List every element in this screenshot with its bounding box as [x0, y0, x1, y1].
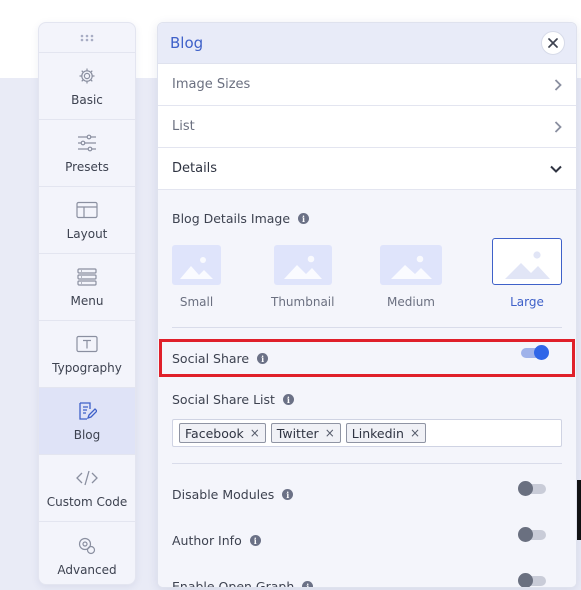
section-image-sizes[interactable]: Image Sizes — [158, 64, 576, 106]
sidebar-item-label: Typography — [52, 361, 122, 375]
info-icon[interactable]: i — [257, 353, 269, 364]
section-list[interactable]: List — [158, 106, 576, 148]
close-button[interactable] — [541, 31, 565, 55]
typography-icon — [76, 333, 98, 355]
section-label: Details — [172, 161, 218, 176]
sidebar-item-typography[interactable]: Typography — [39, 321, 135, 388]
section-label: Image Sizes — [172, 77, 251, 92]
tag-remove-button[interactable]: × — [250, 426, 260, 440]
info-icon[interactable]: i — [249, 535, 261, 546]
disable-modules-toggle[interactable] — [518, 481, 546, 496]
sidebar-item-label: Blog — [73, 428, 101, 442]
tag-label: Facebook — [185, 425, 244, 441]
chevron-right-icon — [554, 78, 562, 91]
tag-facebook: Facebook × — [179, 423, 266, 443]
sidebar-item-advanced[interactable]: Advanced — [39, 522, 135, 584]
info-icon[interactable]: i — [302, 581, 314, 587]
author-info-label: Author Info i — [172, 533, 261, 548]
sidebar-item-label: Basic — [71, 93, 103, 107]
image-option-label: Thumbnail — [271, 295, 335, 309]
field-label-text: Social Share — [172, 351, 250, 366]
section-details[interactable]: Details — [158, 148, 576, 190]
image-option-label: Medium — [387, 295, 435, 309]
tag-remove-button[interactable]: × — [325, 426, 335, 440]
image-placeholder-icon — [273, 245, 332, 285]
social-share-label: Social Share i — [172, 351, 269, 366]
tag-twitter: Twitter × — [270, 423, 341, 443]
author-info-toggle[interactable] — [518, 527, 546, 542]
chevron-right-icon — [554, 120, 562, 133]
divider — [172, 327, 562, 328]
sidebar-item-basic[interactable]: Basic — [39, 53, 135, 120]
blog-details-image-label: Blog Details Image i — [172, 211, 310, 226]
sidebar-item-label: Presets — [65, 160, 109, 174]
sidebar-item-menu[interactable]: Menu — [39, 254, 135, 321]
toggle-knob — [518, 527, 533, 542]
field-label-text: Blog Details Image — [172, 211, 291, 226]
drag-dots-icon — [80, 34, 94, 41]
gear-icon — [76, 65, 98, 87]
image-option-small[interactable]: Small — [172, 245, 221, 309]
blog-settings-panel: Blog Image Sizes List Details Blog Detai… — [157, 22, 577, 588]
sidebar-item-presets[interactable]: Presets — [39, 120, 135, 187]
drag-handle[interactable] — [39, 23, 135, 53]
tag-remove-button[interactable]: × — [410, 426, 420, 440]
toggle-knob — [518, 573, 533, 587]
section-label: List — [172, 119, 195, 134]
field-label-text: Author Info — [172, 533, 242, 548]
image-option-medium[interactable]: Medium — [380, 245, 442, 309]
close-icon — [548, 38, 558, 48]
disable-modules-label: Disable Modules i — [172, 487, 294, 502]
image-option-large[interactable]: Large — [492, 238, 562, 309]
settings-sidebar: Basic Presets Layout Menu Typography Blo… — [38, 22, 136, 585]
sliders-icon — [76, 132, 98, 154]
tag-label: Linkedin — [351, 425, 404, 441]
sidebar-item-custom-code[interactable]: Custom Code — [39, 455, 135, 522]
social-share-toggle[interactable] — [521, 345, 549, 360]
tag-linkedin: Linkedin × — [345, 423, 427, 443]
tag-label: Twitter — [276, 425, 319, 441]
sidebar-item-label: Layout — [66, 227, 108, 241]
blog-icon — [76, 400, 98, 422]
panel-title: Blog — [170, 34, 204, 52]
panel-header: Blog — [158, 23, 576, 64]
image-option-label: Small — [179, 295, 214, 309]
image-option-label: Large — [510, 295, 544, 309]
sidebar-item-layout[interactable]: Layout — [39, 187, 135, 254]
info-icon[interactable]: i — [282, 489, 294, 500]
toggle-knob — [534, 345, 549, 360]
toggle-knob — [518, 481, 533, 496]
social-share-list-label: Social Share List i — [172, 392, 294, 407]
sidebar-item-blog[interactable]: Blog — [39, 388, 135, 455]
enable-open-graph-label: Enable Open Graph i — [172, 579, 314, 588]
image-option-thumbnail[interactable]: Thumbnail — [271, 245, 334, 309]
image-placeholder-icon — [492, 238, 562, 285]
field-label-text: Disable Modules — [172, 487, 275, 502]
chevron-down-icon — [550, 165, 562, 173]
menu-icon — [76, 266, 98, 288]
sidebar-item-label: Custom Code — [46, 495, 128, 509]
info-icon[interactable]: i — [282, 394, 294, 405]
info-icon[interactable]: i — [298, 213, 310, 224]
enable-open-graph-toggle[interactable] — [518, 573, 546, 587]
social-share-list-input[interactable]: Facebook × Twitter × Linkedin × — [172, 419, 562, 447]
image-placeholder-icon — [172, 245, 221, 285]
sidebar-item-label: Advanced — [57, 562, 117, 577]
sidebar-item-label: Menu — [70, 294, 104, 308]
advanced-icon — [76, 535, 98, 557]
layout-icon — [76, 199, 98, 221]
divider — [172, 463, 562, 464]
code-icon — [76, 467, 98, 489]
image-placeholder-icon — [380, 245, 442, 285]
field-label-text: Enable Open Graph — [172, 579, 295, 588]
field-label-text: Social Share List — [172, 392, 275, 407]
